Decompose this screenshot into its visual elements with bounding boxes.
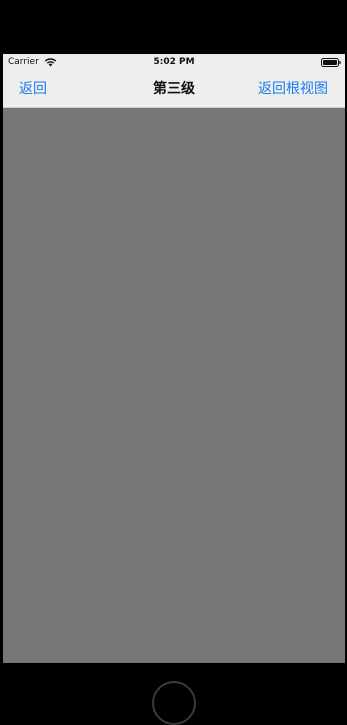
device-screen: Carrier 5:02 PM 返回 第三级 返回根视图 (3, 54, 345, 663)
navigation-bar: 返回 第三级 返回根视图 (3, 71, 345, 108)
status-time: 5:02 PM (153, 57, 195, 67)
battery-icon (321, 58, 341, 67)
content-area (3, 108, 345, 663)
back-to-root-button[interactable]: 返回根视图 (258, 80, 328, 98)
status-bar: Carrier 5:02 PM (3, 54, 345, 71)
